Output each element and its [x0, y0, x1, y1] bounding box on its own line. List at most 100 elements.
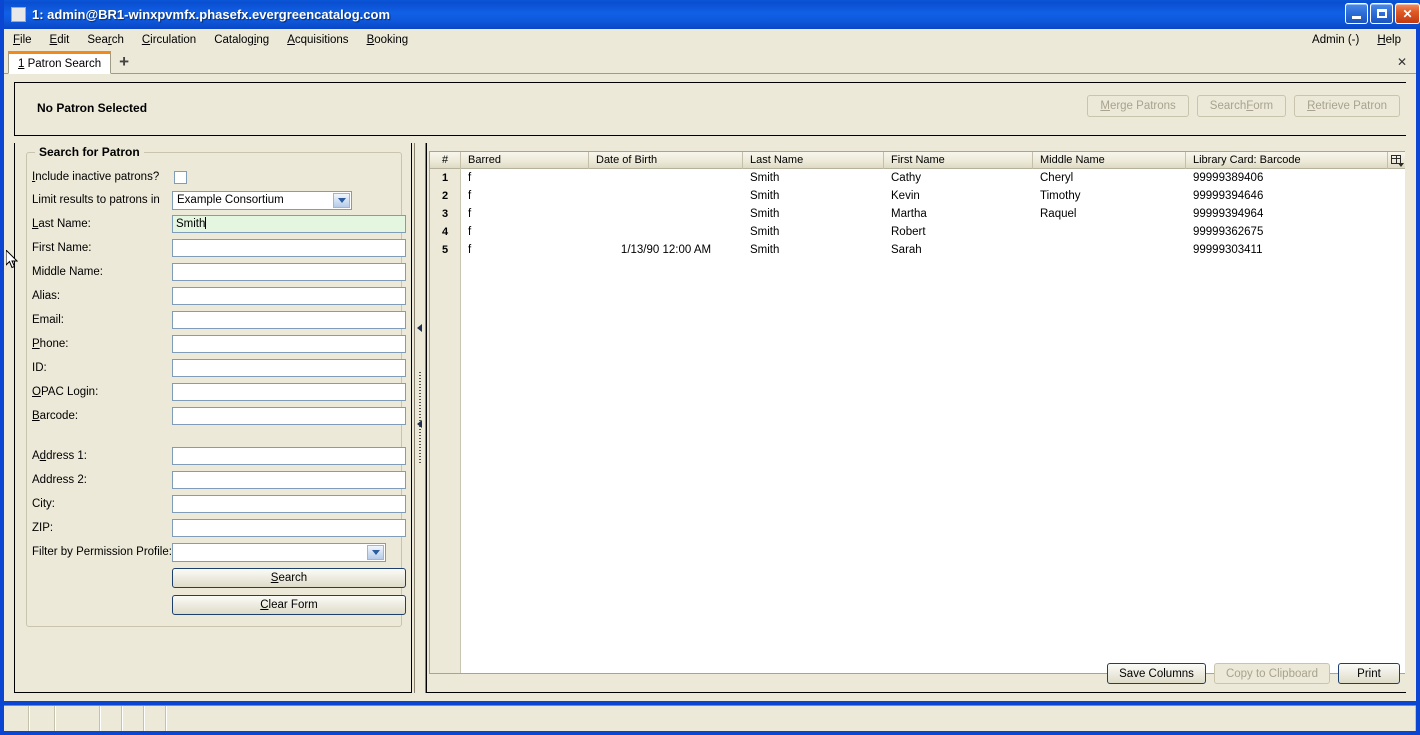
cell-barred: f: [468, 190, 472, 202]
column-picker-button[interactable]: [1388, 152, 1405, 169]
org-unit-select[interactable]: Example Consortium: [172, 190, 352, 210]
cell-last-name: Smith: [750, 190, 780, 202]
cell-barred: f: [468, 172, 472, 184]
table-row[interactable]: 3 f Smith Martha Raquel 99999394964: [430, 205, 1405, 223]
middle-name-input[interactable]: [172, 263, 406, 281]
save-columns-button[interactable]: Save Columns: [1107, 663, 1206, 684]
email-input[interactable]: [172, 311, 406, 329]
opac-login-input[interactable]: [172, 383, 406, 401]
print-button[interactable]: Print: [1338, 663, 1400, 684]
table-row[interactable]: 4 f Smith Robert 99999362675: [430, 223, 1405, 241]
status-segment: [30, 706, 56, 731]
table-row[interactable]: 2 f Smith Kevin Timothy 99999394646: [430, 187, 1405, 205]
menu-circulation[interactable]: Circulation: [133, 32, 205, 48]
cell-last-name: Smith: [750, 244, 780, 256]
close-button[interactable]: ✕: [1395, 3, 1420, 24]
results-panel: # Barred Date of Birth Last Name First N…: [426, 143, 1406, 693]
new-tab-button[interactable]: +: [119, 53, 129, 70]
cell-row-number: 2: [430, 187, 461, 205]
menu-acquisitions[interactable]: Acquisitions: [278, 32, 357, 48]
content-area: No Patron Selected Merge Patrons Search …: [4, 74, 1416, 701]
column-header-first-name[interactable]: First Name: [884, 152, 1033, 169]
column-header-barred[interactable]: Barred: [461, 152, 589, 169]
tab-patron-search[interactable]: 1 Patron Search: [8, 51, 112, 74]
menu-booking[interactable]: Booking: [358, 32, 418, 48]
phone-input[interactable]: [172, 335, 406, 353]
org-unit-selected-value: Example Consortium: [177, 194, 284, 206]
results-table-header: # Barred Date of Birth Last Name First N…: [430, 152, 1405, 169]
permission-profile-select[interactable]: [172, 542, 386, 562]
menu-help[interactable]: Help: [1368, 32, 1410, 48]
search-panel: Search for Patron Include inactive patro…: [14, 143, 412, 693]
status-segment: [101, 706, 123, 731]
application-window: 1: admin@BR1-winxpvmfx.phasefx.evergreen…: [0, 0, 1420, 735]
table-row[interactable]: 1 f Smith Cathy Cheryl 99999389406: [430, 169, 1405, 187]
first-name-label: First Name:: [32, 242, 92, 254]
menu-admin[interactable]: Admin (-): [1303, 32, 1368, 48]
patron-status-label: No Patron Selected: [37, 101, 148, 115]
column-header-dob[interactable]: Date of Birth: [589, 152, 743, 169]
status-segment: [145, 706, 167, 731]
status-bar: [4, 705, 1416, 731]
cell-row-number: 3: [430, 205, 461, 223]
search-form-button[interactable]: Search Form: [1196, 95, 1287, 117]
cell-last-name: Smith: [750, 172, 780, 184]
address1-label: Address 1:: [32, 450, 87, 462]
chevron-down-icon: [333, 192, 350, 208]
table-row[interactable]: 5 f 1/13/90 12:00 AM Smith Sarah 9999930…: [430, 241, 1405, 259]
cell-dob: 1/13/90 12:00 AM: [620, 244, 712, 256]
minimize-button[interactable]: [1345, 3, 1368, 24]
email-label: Email:: [32, 314, 64, 326]
menu-file[interactable]: File: [4, 32, 41, 48]
cell-last-name: Smith: [750, 226, 780, 238]
retrieve-patron-button[interactable]: Retrieve Patron: [1294, 95, 1400, 117]
column-header-library-card[interactable]: Library Card: Barcode: [1186, 152, 1388, 169]
alias-label: Alias:: [32, 290, 61, 302]
cell-first-name: Robert: [891, 226, 926, 238]
last-name-value: Smith: [176, 218, 206, 230]
column-header-middle-name[interactable]: Middle Name: [1033, 152, 1186, 169]
menu-edit[interactable]: Edit: [41, 32, 79, 48]
menu-cataloging[interactable]: Cataloging: [205, 32, 278, 48]
alias-input[interactable]: [172, 287, 406, 305]
city-label: City:: [32, 498, 55, 510]
panel-splitter[interactable]: [414, 143, 426, 693]
clear-form-button[interactable]: Clear Form: [172, 595, 406, 615]
first-name-input[interactable]: [172, 239, 406, 257]
status-segment: [56, 706, 101, 731]
cell-barred: f: [468, 244, 472, 256]
column-header-number[interactable]: #: [430, 152, 461, 169]
city-input[interactable]: [172, 495, 406, 513]
cell-middle-name: Raquel: [1040, 208, 1077, 220]
last-name-input[interactable]: Smith: [172, 215, 406, 233]
search-group-title: Search for Patron: [35, 145, 144, 159]
close-tab-button[interactable]: ✕: [1397, 55, 1407, 69]
limit-results-label: Limit results to patrons in: [32, 194, 160, 206]
include-inactive-checkbox[interactable]: [174, 170, 187, 184]
address2-label: Address 2:: [32, 474, 87, 486]
cell-middle-name: [1033, 223, 1186, 241]
id-input[interactable]: [172, 359, 406, 377]
maximize-button[interactable]: [1370, 3, 1393, 24]
cell-barcode: 99999394646: [1193, 190, 1264, 202]
cell-row-number: 4: [430, 223, 461, 241]
cell-barcode: 99999389406: [1193, 172, 1264, 184]
results-action-buttons: Save Columns Copy to Clipboard Print: [1107, 663, 1400, 684]
tab-strip: 1 Patron Search + ✕: [4, 50, 1416, 74]
zip-input[interactable]: [172, 519, 406, 537]
id-label: ID:: [32, 362, 47, 374]
address1-input[interactable]: [172, 447, 406, 465]
copy-to-clipboard-button[interactable]: Copy to Clipboard: [1213, 663, 1330, 684]
cell-dob: [589, 223, 743, 241]
address2-input[interactable]: [172, 471, 406, 489]
cell-dob: [589, 187, 743, 205]
title-bar: 1: admin@BR1-winxpvmfx.phasefx.evergreen…: [4, 0, 1420, 29]
column-header-last-name[interactable]: Last Name: [743, 152, 884, 169]
search-button[interactable]: Search: [172, 568, 406, 588]
cell-barcode: 99999394964: [1193, 208, 1264, 220]
cell-middle-name: Timothy: [1040, 190, 1081, 202]
merge-patrons-button[interactable]: Merge Patrons: [1087, 95, 1189, 117]
cell-first-name: Cathy: [891, 172, 922, 184]
menu-search[interactable]: Search: [78, 32, 132, 48]
barcode-input[interactable]: [172, 407, 406, 425]
